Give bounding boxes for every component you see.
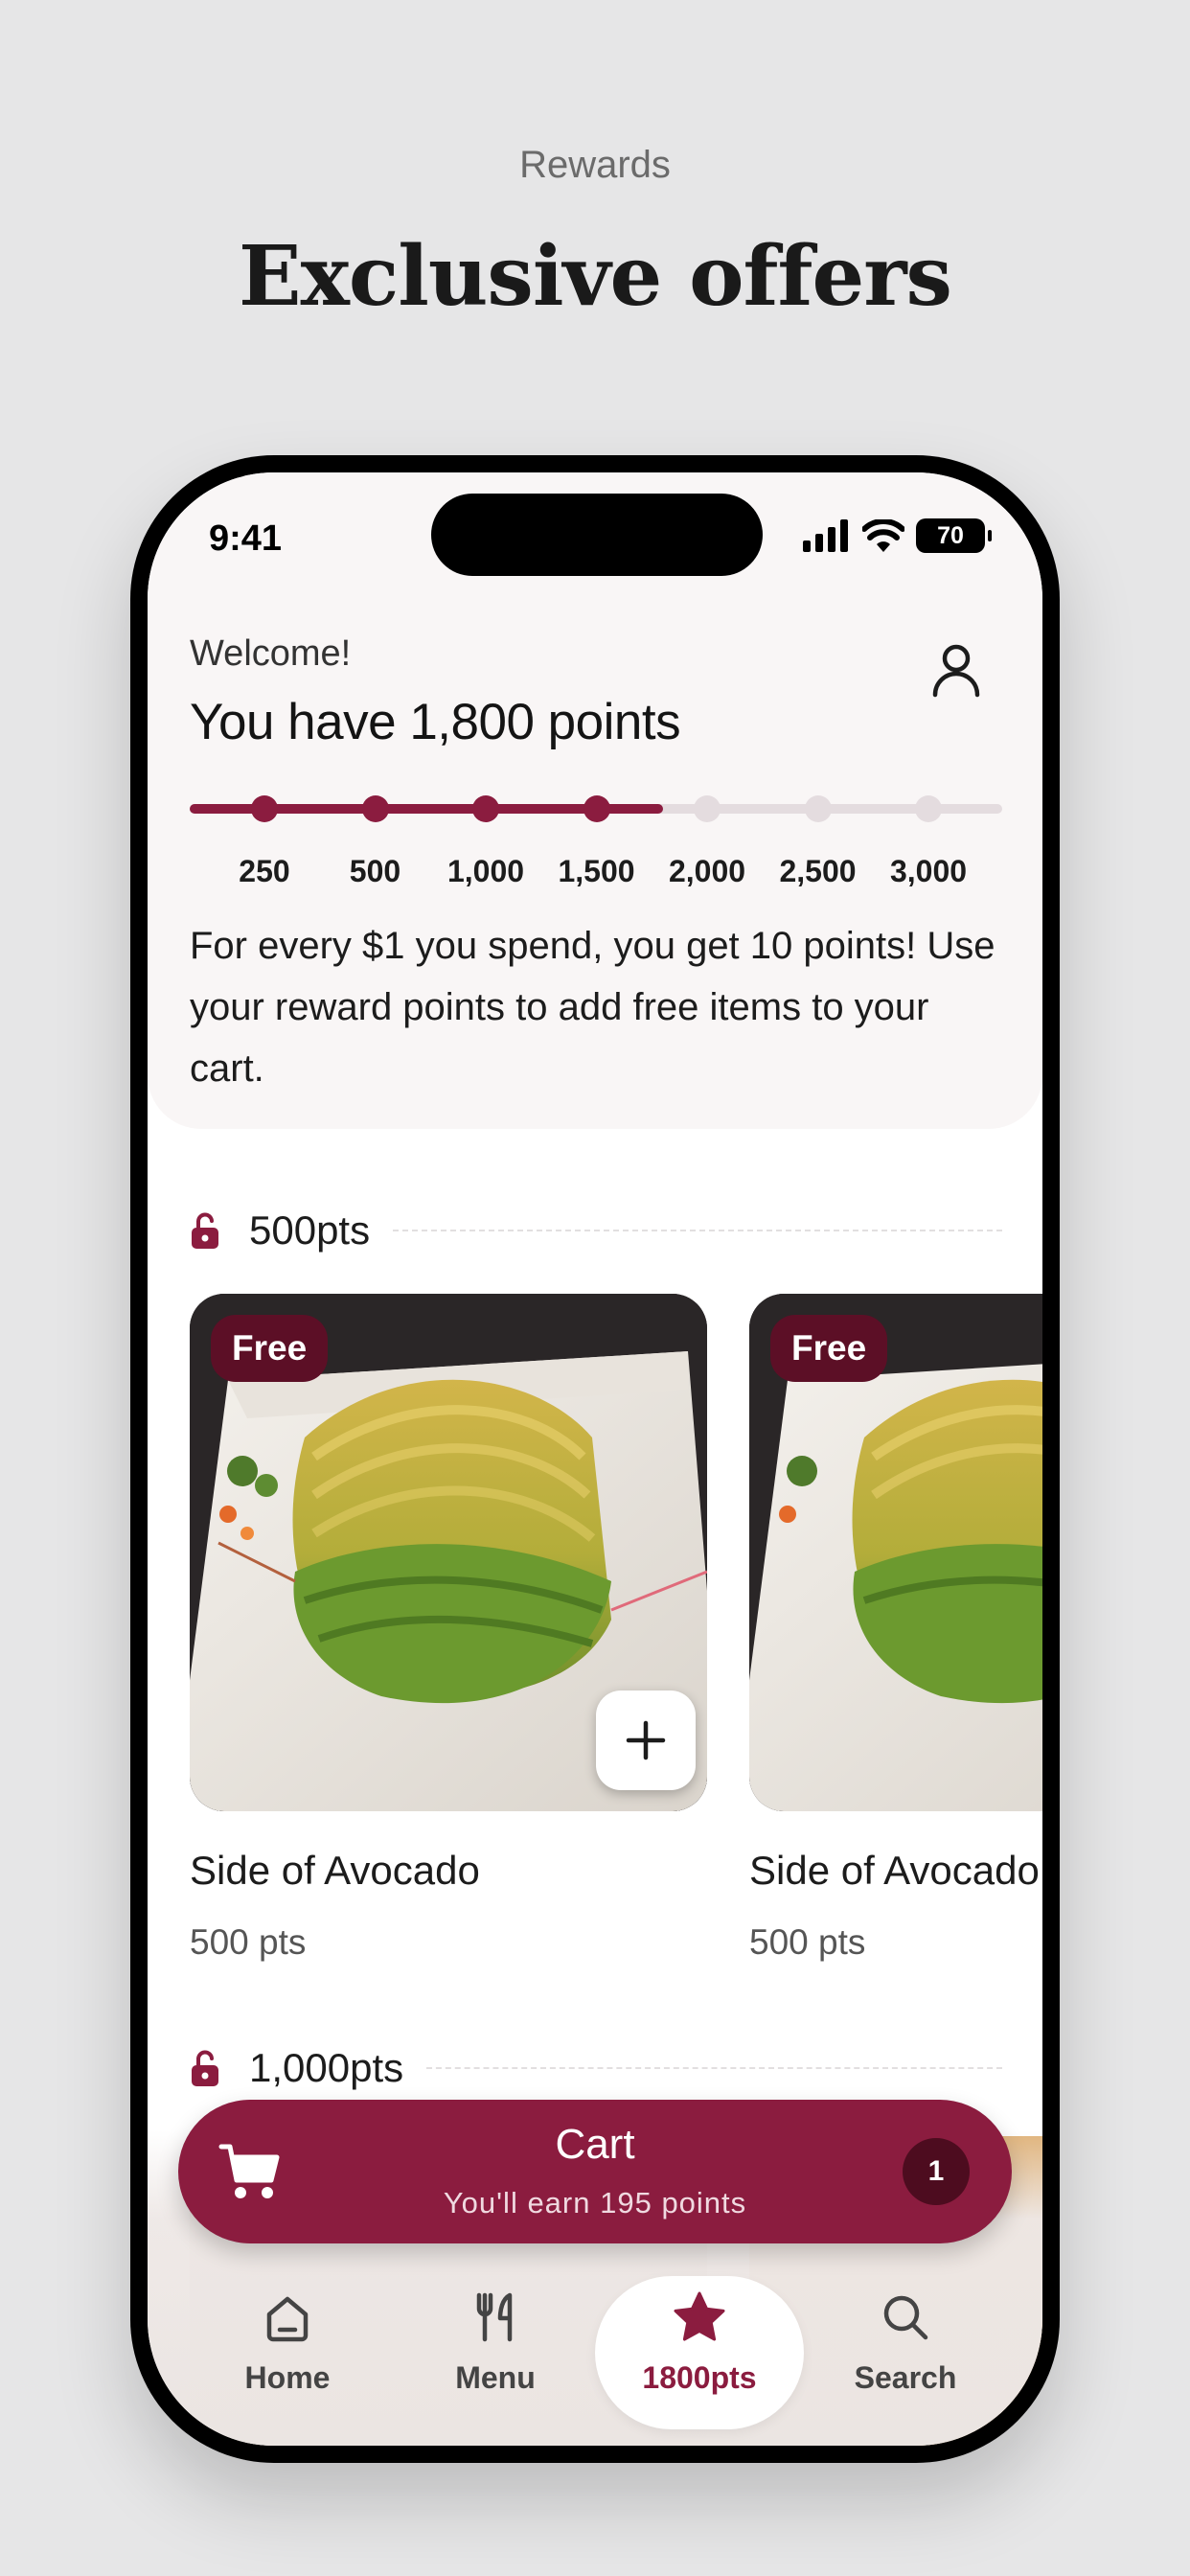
points-progress-track bbox=[190, 795, 1002, 822]
milestone-dot bbox=[472, 795, 499, 822]
cart-count-badge: 1 bbox=[903, 2138, 970, 2205]
status-time: 9:41 bbox=[209, 518, 283, 559]
tier-label: 1,000pts bbox=[249, 2045, 404, 2090]
tab-home[interactable]: Home bbox=[201, 2276, 374, 2429]
user-icon bbox=[932, 644, 980, 698]
free-badge: Free bbox=[770, 1315, 888, 1382]
unlock-icon bbox=[192, 1212, 218, 1249]
star-icon bbox=[674, 2291, 725, 2341]
tier-header-1000: 1,000pts bbox=[190, 2045, 1002, 2091]
milestone-label: 2,500 bbox=[779, 854, 857, 888]
cart-button[interactable]: Cart You'll earn 195 points 1 bbox=[178, 2100, 1012, 2243]
phone-screen: 9:41 70 Welcome! You have 1,800 points 2… bbox=[148, 472, 1042, 2446]
reward-card[interactable]: Free Side of Avocado 500 pts bbox=[190, 1294, 707, 1963]
milestone-dot bbox=[583, 795, 610, 822]
plus-icon bbox=[626, 1720, 666, 1760]
profile-button[interactable] bbox=[927, 641, 985, 699]
tab-search[interactable]: Search bbox=[819, 2276, 992, 2429]
tab-menu[interactable]: Menu bbox=[409, 2276, 582, 2429]
reward-name: Side of Avocado bbox=[749, 1848, 1040, 1893]
page-title: Exclusive offers bbox=[239, 228, 952, 325]
milestone-label: 500 bbox=[349, 854, 401, 888]
tab-label: 1800pts bbox=[642, 2360, 757, 2395]
tier-divider bbox=[393, 1230, 1002, 1231]
tier-label: 500pts bbox=[249, 1208, 371, 1253]
reward-image: Free bbox=[190, 1294, 707, 1811]
milestone-label: 3,000 bbox=[889, 854, 968, 888]
milestone-dot bbox=[915, 795, 942, 822]
unlock-icon bbox=[192, 2050, 218, 2086]
reward-points: 500 pts bbox=[190, 1922, 307, 1962]
tier-header-500: 500pts bbox=[190, 1208, 1002, 1254]
milestone-dot bbox=[804, 795, 832, 822]
rewards-description: For every $1 you spend, you get 10 point… bbox=[190, 925, 995, 1090]
signal-icon bbox=[803, 519, 848, 552]
reward-name: Side of Avocado bbox=[190, 1848, 480, 1893]
points-balance: You have 1,800 points bbox=[190, 694, 681, 750]
phone-frame: 9:41 70 Welcome! You have 1,800 points 2… bbox=[130, 455, 1060, 2463]
milestone-dot bbox=[361, 795, 389, 822]
search-icon bbox=[883, 2295, 928, 2340]
tab-label: Menu bbox=[455, 2360, 536, 2395]
tier-divider bbox=[426, 2067, 1002, 2069]
milestone-dot bbox=[694, 795, 721, 822]
page-eyebrow: Rewards bbox=[519, 144, 671, 186]
milestone-dot bbox=[251, 795, 278, 822]
utensils-icon bbox=[476, 2292, 513, 2342]
dynamic-island bbox=[431, 494, 763, 576]
milestone-label: 1,000 bbox=[446, 854, 525, 888]
rewards-header: 9:41 70 Welcome! You have 1,800 points 2… bbox=[148, 472, 1042, 1129]
reward-card[interactable]: Free Side of Avocado 500 pts bbox=[749, 1294, 1042, 1963]
tab-label: Home bbox=[244, 2360, 331, 2395]
tab-label: Search bbox=[854, 2360, 957, 2395]
add-to-cart-button[interactable] bbox=[596, 1690, 696, 1790]
reward-image: Free bbox=[749, 1294, 1042, 1811]
milestone-label: 1,500 bbox=[558, 854, 635, 888]
tab-rewards[interactable]: 1800pts bbox=[595, 2276, 804, 2429]
battery-icon: 70 bbox=[916, 518, 992, 553]
reward-points: 500 pts bbox=[749, 1922, 866, 1962]
status-icons: 70 bbox=[803, 518, 992, 553]
free-badge: Free bbox=[211, 1315, 329, 1382]
wifi-icon bbox=[862, 519, 904, 552]
home-icon bbox=[266, 2296, 309, 2342]
milestone-label: 2,000 bbox=[668, 854, 746, 888]
milestone-label: 250 bbox=[239, 854, 290, 888]
cart-points-earned: You'll earn 195 points bbox=[443, 2186, 747, 2220]
cart-title: Cart bbox=[555, 2121, 635, 2168]
welcome-text: Welcome! bbox=[190, 633, 352, 674]
